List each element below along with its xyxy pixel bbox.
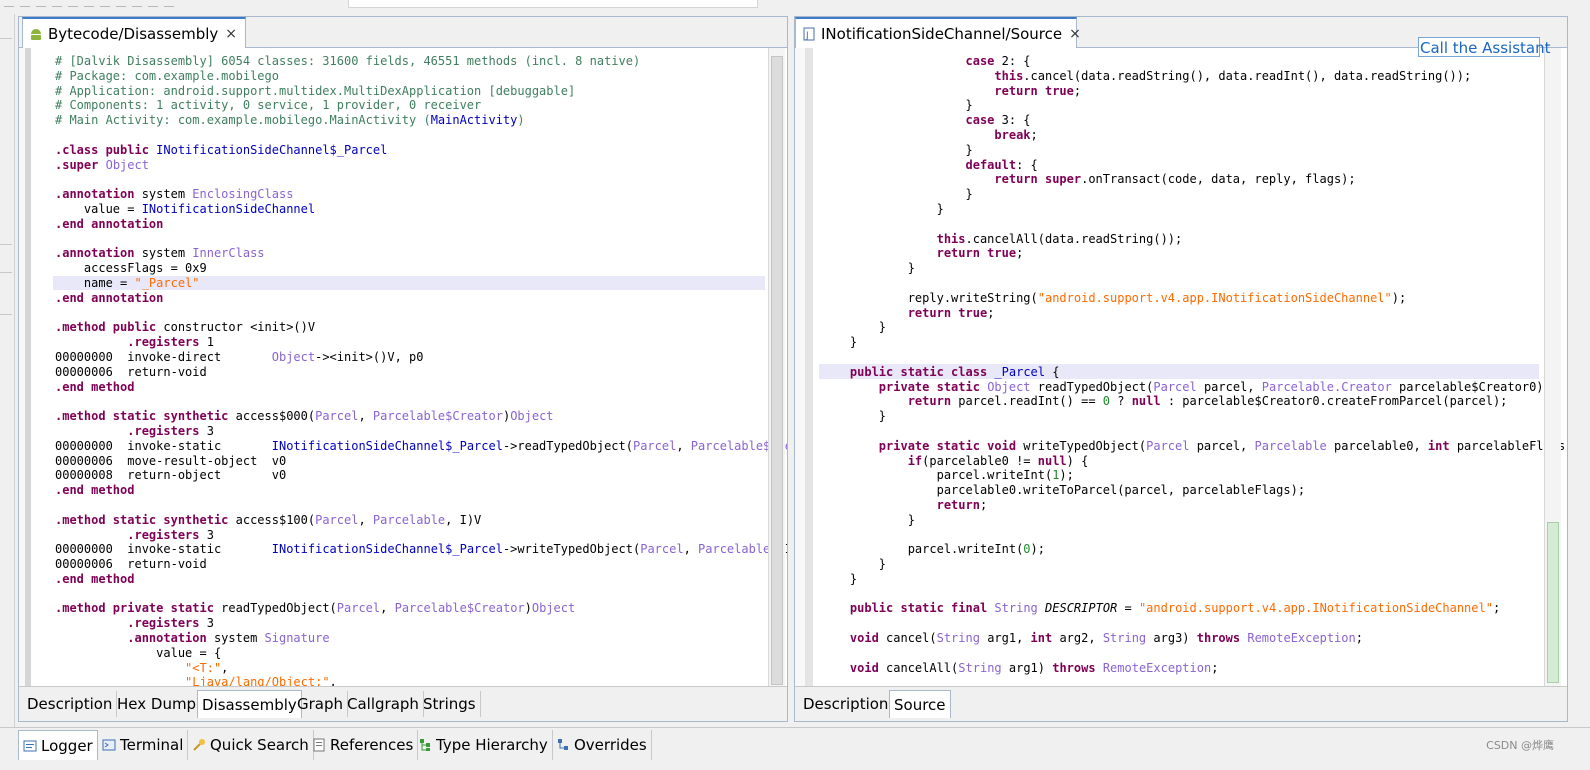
tab-terminal[interactable]: Terminal <box>98 730 189 760</box>
overrides-icon <box>556 738 570 752</box>
watermark: CSDN @烨鹰 <box>1486 739 1554 752</box>
disassembly-code: # [Dalvik Disassembly] 6054 classes: 316… <box>55 54 787 687</box>
close-icon[interactable]: × <box>225 26 237 42</box>
tab-type-hierarchy[interactable]: Type Hierarchy <box>414 730 553 760</box>
source-pane: J INotificationSideChannel/Source × case… <box>794 16 1568 722</box>
subtab-graph[interactable]: Graph <box>293 691 349 717</box>
left-edge-panel <box>0 14 15 729</box>
subtab-disassembly[interactable]: Disassembly <box>197 690 302 718</box>
editor-gutter <box>795 48 813 687</box>
tab-label: References <box>330 736 414 754</box>
tab-title: Bytecode/Disassembly <box>48 24 219 43</box>
java-source-icon: J <box>802 27 816 41</box>
disassembly-pane: Bytecode/Disassembly × # [Dalvik Disasse… <box>18 16 788 722</box>
tab-overrides[interactable]: Overrides <box>552 730 652 760</box>
omnibox-input[interactable] <box>348 0 758 8</box>
tab-label: Logger <box>41 736 93 755</box>
tab-label: Quick Search <box>210 736 309 754</box>
editor-gutter <box>19 48 31 687</box>
tab-quick-search[interactable]: Quick Search <box>188 730 314 760</box>
hierarchy-icon <box>418 738 432 752</box>
source-editor[interactable]: case 2: { this.cancel(data.readString(),… <box>795 48 1567 687</box>
left-tabbar: Bytecode/Disassembly × <box>19 17 787 48</box>
close-icon[interactable]: × <box>1069 26 1081 42</box>
toolbar-icons <box>4 0 174 8</box>
right-subtabs: Description Source <box>795 686 1567 721</box>
tab-notification-source[interactable]: J INotificationSideChannel/Source × <box>795 17 1081 48</box>
disassembly-editor[interactable]: # [Dalvik Disassembly] 6054 classes: 316… <box>19 48 787 687</box>
tab-logger[interactable]: Logger <box>18 730 98 760</box>
tab-label: Type Hierarchy <box>436 736 548 754</box>
tab-references[interactable]: References <box>308 730 419 760</box>
call-assistant-button[interactable]: Call the Assistant <box>1418 37 1551 57</box>
android-icon <box>29 27 43 41</box>
terminal-icon <box>102 738 116 752</box>
subtab-strings[interactable]: Strings <box>419 691 481 717</box>
tab-title: INotificationSideChannel/Source <box>821 24 1063 43</box>
java-source-code: case 2: { this.cancel(data.readString(),… <box>849 54 1567 675</box>
quick-search-icon <box>192 738 206 752</box>
left-vertical-scrollbar[interactable] <box>768 48 785 687</box>
references-icon <box>312 738 326 752</box>
toolbar-strip <box>0 0 1590 14</box>
logger-icon <box>23 739 37 753</box>
right-vertical-scrollbar[interactable] <box>1544 48 1561 687</box>
subtab-source[interactable]: Source <box>889 690 951 718</box>
subtab-callgraph[interactable]: Callgraph <box>343 691 424 717</box>
svg-text:J: J <box>805 31 809 41</box>
tab-bytecode-disassembly[interactable]: Bytecode/Disassembly × <box>22 17 246 48</box>
tab-label: Overrides <box>574 736 647 754</box>
left-subtabs: Description Hex Dump Disassembly Graph C… <box>19 686 787 721</box>
subtab-description[interactable]: Description <box>799 691 894 717</box>
bottom-panel-tabs: Logger Terminal Quick Search References … <box>0 727 1590 770</box>
tab-label: Terminal <box>120 736 184 754</box>
subtab-hex-dump[interactable]: Hex Dump <box>113 691 202 717</box>
subtab-description[interactable]: Description <box>23 691 118 717</box>
